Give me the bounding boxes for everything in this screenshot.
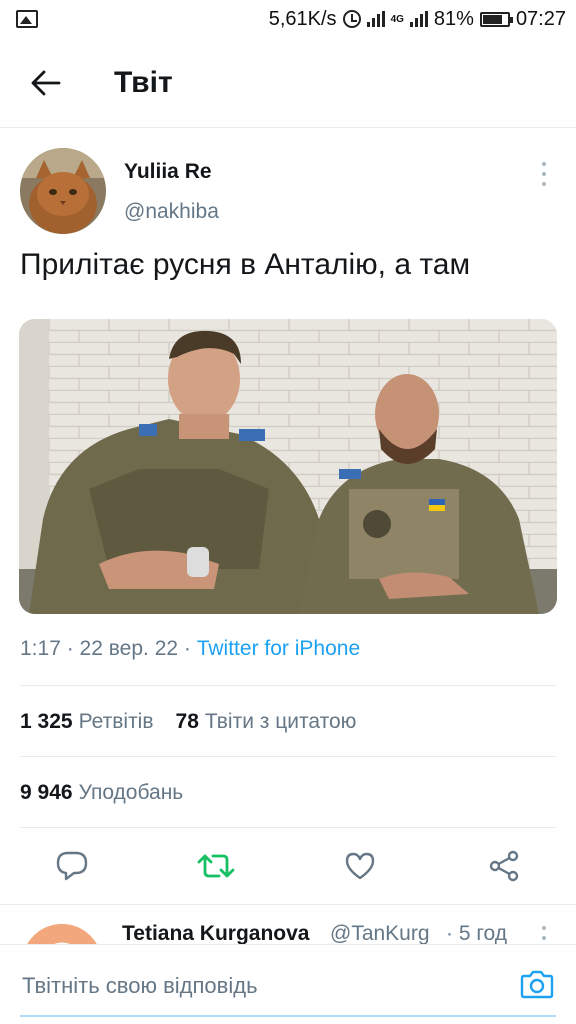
- reply-author-name[interactable]: Tetiana Kurganova: [122, 922, 309, 946]
- signal-icon: [366, 11, 385, 27]
- reply-button[interactable]: [52, 846, 92, 886]
- retweet-button[interactable]: [196, 846, 236, 886]
- status-bar: 5,61K/s 4G 81% 07:27: [0, 0, 576, 38]
- camera-icon: [520, 970, 554, 999]
- app-header: Твіт: [0, 38, 576, 128]
- input-underline: [20, 1015, 556, 1017]
- likes-stat[interactable]: 9 946 Уподобань: [20, 781, 183, 805]
- tweet-date: 22 вер. 22: [79, 637, 179, 660]
- quotes-count: 78: [175, 710, 199, 733]
- heart-icon: [345, 852, 375, 880]
- alarm-icon: [342, 10, 361, 28]
- tweet-time: 1:17: [20, 637, 61, 660]
- dot-icon: [542, 182, 546, 186]
- tweet-detail: Yuliia Re @nakhiba Прилітає русня в Анта…: [0, 128, 576, 905]
- share-button[interactable]: [484, 846, 524, 886]
- tweet-source-link[interactable]: Twitter for iPhone: [197, 637, 360, 660]
- clock-time: 07:27: [515, 7, 566, 30]
- author-name[interactable]: Yuliia Re: [124, 160, 212, 184]
- reply-author-handle: @TanKurg: [330, 922, 430, 945]
- battery-icon: [479, 11, 513, 27]
- camera-button[interactable]: [520, 967, 554, 1001]
- retweets-stat[interactable]: 1 325 Ретвітів: [20, 710, 154, 734]
- retweets-count: 1 325: [20, 710, 73, 733]
- reply-time: · 5 год: [446, 922, 508, 945]
- divider: [0, 904, 576, 905]
- like-button[interactable]: [340, 846, 380, 886]
- retweets-label: Ретвітів: [78, 710, 154, 733]
- likes-count: 9 946: [20, 781, 73, 804]
- network-type: 4G: [390, 13, 404, 25]
- signal-icon-2: [409, 11, 428, 27]
- divider: [20, 756, 556, 757]
- back-button[interactable]: [16, 53, 76, 113]
- arrow-left-icon: [31, 70, 61, 95]
- page-title: Твіт: [114, 65, 173, 99]
- quotes-label: Твіти з цитатою: [204, 710, 357, 733]
- reply-tweet[interactable]: Tetiana Kurganova @TanKurg · 5 год: [0, 906, 576, 946]
- dot-icon: [542, 926, 546, 930]
- divider: [20, 685, 556, 686]
- network-speed: 5,61K/s: [268, 7, 337, 30]
- reply-icon: [56, 851, 88, 881]
- soldiers-photo-image: [19, 319, 557, 614]
- tweet-actions-bar: [0, 834, 576, 898]
- tweet-meta: 1:17 · 22 вер. 22 · Twitter for iPhone: [20, 637, 361, 660]
- cat-avatar-image: [20, 148, 106, 234]
- share-icon: [489, 850, 519, 882]
- gallery-notification-icon: [16, 10, 38, 28]
- more-options-button[interactable]: [534, 162, 554, 186]
- tweet-text: Прилітає русня в Анталію, а там: [20, 248, 471, 281]
- tweet-like-stats: 9 946 Уподобань: [20, 781, 205, 805]
- dot-icon: [542, 936, 546, 940]
- reply-more-button[interactable]: [534, 926, 554, 946]
- likes-label: Уподобань: [78, 781, 184, 804]
- tweet-photo[interactable]: [19, 319, 557, 614]
- author-avatar[interactable]: [20, 148, 106, 234]
- dot-icon: [542, 162, 546, 166]
- quotes-stat[interactable]: 78 Твіти з цитатою: [176, 710, 357, 734]
- retweet-icon: [197, 854, 235, 878]
- tweet-author: Yuliia Re @nakhiba: [0, 128, 576, 238]
- reply-compose-bar: Твітніть свою відповідь: [0, 944, 576, 1024]
- author-handle[interactable]: @nakhiba: [124, 200, 219, 224]
- reply-avatar[interactable]: [22, 924, 102, 946]
- divider: [20, 827, 556, 828]
- battery-percent: 81%: [433, 7, 474, 30]
- tweet-retweet-stats: 1 325 Ретвітів 78 Твіти з цитатою: [20, 710, 378, 734]
- reply-input[interactable]: Твітніть свою відповідь: [22, 973, 258, 999]
- dot-icon: [542, 172, 546, 176]
